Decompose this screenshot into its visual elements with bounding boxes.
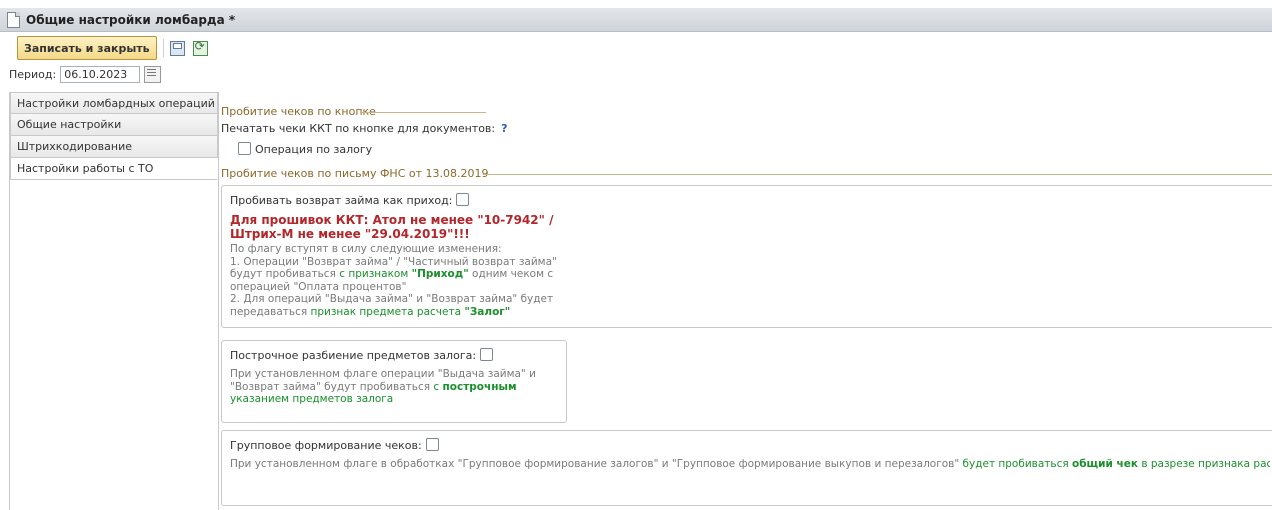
desc-text: передаваться	[230, 305, 311, 318]
window-titlebar: Общие настройки ломбарда *	[0, 8, 1272, 32]
pledge-operation-row: Операция по залогу	[238, 142, 372, 156]
legend-line	[362, 112, 486, 113]
legend-line	[483, 174, 1272, 175]
section-legend-button-receipts: Пробитие чеков по кнопке	[221, 105, 376, 118]
firmware-warning-line2: Штрих-М не менее "29.04.2019"!!!	[230, 227, 470, 241]
return-as-income-checkbox[interactable]	[456, 193, 470, 206]
return-as-income-row: Пробивать возврат займа как приход:	[230, 193, 470, 207]
tab-barcoding[interactable]: Штрихкодирование	[10, 136, 218, 158]
return-as-income-description: По флагу вступят в силу следующие измене…	[230, 243, 590, 318]
line-split-description: При установленном флаге операции "Выдача…	[230, 368, 560, 406]
desc-line: "Возврат займа" будут пробиваться с пост…	[230, 381, 560, 394]
save-and-close-button[interactable]: Записать и закрыть	[17, 36, 157, 60]
print-receipts-label: Печатать чеки ККТ по кнопке для документ…	[221, 122, 496, 135]
desc-line: будут пробиваться с признаком "Приход" о…	[230, 268, 590, 281]
group-receipts-description: При установленном флаге в обработках "Гр…	[230, 458, 1270, 471]
refresh-icon[interactable]	[192, 39, 208, 56]
desc-line: операцией "Оплата процентов"	[230, 280, 407, 293]
period-row: Период: 06.10.2023	[9, 64, 162, 84]
desc-green-text: будет пробиваться	[962, 458, 1073, 470]
desc-text: При установленном флаге в обработках "Гр…	[230, 458, 963, 470]
desc-line: указанием предметов залога	[230, 393, 394, 405]
desc-green-bold-text: "Залог"	[464, 305, 511, 318]
desc-green-bold-text: общий чек	[1072, 458, 1138, 470]
desc-green-bold-text: построчным	[442, 380, 517, 393]
desc-green-text: в разрезе признака расчета ККТ и	[1141, 458, 1270, 470]
desc-green-text: с признаком	[339, 268, 412, 280]
desc-line: При установленном флаге операции "Выдача…	[230, 368, 536, 380]
desc-green-bold-text: "Приход"	[411, 268, 469, 280]
tab-general-settings[interactable]: Общие настройки	[10, 114, 218, 136]
pledge-operation-checkbox[interactable]	[238, 142, 251, 155]
top-strip	[0, 0, 1272, 8]
document-icon	[7, 11, 20, 28]
print-receipts-row: Печатать чеки ККТ по кнопке для документ…	[221, 122, 508, 135]
desc-text: "Возврат займа" будут пробиваться	[230, 380, 434, 393]
tab-pawn-operations[interactable]: Настройки ломбардных операций	[10, 92, 218, 114]
section-legend-fns-letter: Пробитие чеков по письму ФНС от 13.08.20…	[221, 167, 489, 180]
desc-green-text: признак предмета расчета	[310, 305, 465, 318]
help-icon[interactable]: ?	[501, 122, 507, 135]
desc-text: одним чеком с	[468, 268, 554, 280]
desc-line: передаваться признак предмета расчета "З…	[230, 306, 590, 319]
settings-tabs: Настройки ломбардных операций Общие наст…	[9, 92, 219, 510]
desc-line: 1. Операции "Возврат займа" / "Частичный…	[230, 255, 557, 268]
desc-line: 2. Для операций "Выдача займа" и "Возвра…	[230, 293, 554, 305]
return-as-income-label: Пробивать возврат займа как приход:	[230, 194, 453, 207]
toolbar: Записать и закрыть	[17, 36, 216, 60]
pledge-operation-label: Операция по залогу	[255, 143, 373, 156]
firmware-warning-line1: Для прошивок ККТ: Атол не менее "10-7942…	[230, 213, 554, 227]
toolbar-separator	[162, 39, 164, 57]
group-receipts-label: Групповое формирование чеков:	[230, 439, 422, 452]
firmware-warning: Для прошивок ККТ: Атол не менее "10-7942…	[230, 213, 553, 241]
save-icon[interactable]	[169, 40, 185, 56]
line-split-label: Построчное разбиение предметов залога:	[230, 349, 477, 362]
calendar-icon[interactable]	[144, 65, 162, 83]
period-label: Период:	[9, 67, 57, 81]
tab-to-settings[interactable]: Настройки работы с ТО	[10, 158, 218, 180]
group-receipts-checkbox[interactable]	[425, 438, 439, 451]
desc-green-text: с	[433, 380, 443, 393]
line-split-row: Построчное разбиение предметов залога:	[230, 348, 494, 362]
group-receipts-row: Групповое формирование чеков:	[230, 438, 439, 452]
line-split-checkbox[interactable]	[480, 348, 494, 361]
desc-text: будут пробиваться	[230, 268, 340, 280]
period-date-input[interactable]: 06.10.2023	[60, 65, 141, 83]
desc-line: По флагу вступят в силу следующие измене…	[230, 243, 502, 255]
window-title: Общие настройки ломбарда *	[26, 12, 236, 27]
